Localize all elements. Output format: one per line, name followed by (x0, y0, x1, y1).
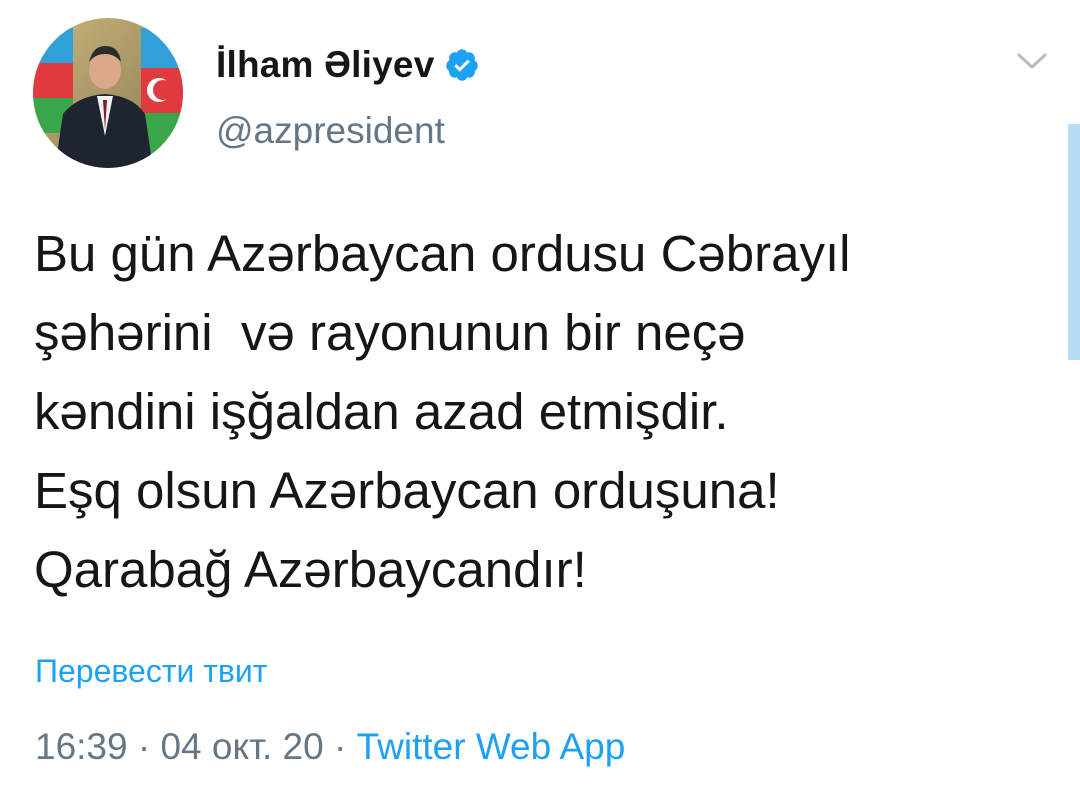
avatar[interactable] (33, 18, 183, 168)
tweet-text: Bu gün Azərbaycan ordusu Cəbrayıl şəhəri… (34, 214, 1054, 609)
verified-badge-icon (446, 49, 479, 81)
translate-tweet-link[interactable]: Перевести твит (35, 653, 267, 690)
tweet-source-link[interactable]: Twitter Web App (357, 726, 626, 767)
tweet-meta: 16:39 · 04 окт. 20 · Twitter Web App (35, 726, 625, 768)
chevron-down-icon[interactable] (1014, 46, 1050, 76)
scrollbar-thumb[interactable] (1068, 124, 1080, 360)
tweet-text-line: Qarabağ Azərbaycandır! (34, 541, 587, 598)
meta-separator: · (323, 726, 357, 767)
author-handle[interactable]: @azpresident (216, 110, 445, 152)
tweet-text-line: Eşq olsun Azərbaycan orduşuna! (34, 462, 780, 519)
tweet-text-line: Bu gün Azərbaycan ordusu Cəbrayıl (34, 225, 851, 282)
tweet-text-line: kəndini işğaldan azad etmişdir. (34, 383, 729, 440)
tweet-date[interactable]: 04 окт. 20 (160, 726, 323, 767)
author-name-row[interactable]: İlham Əliyev (216, 40, 480, 90)
avatar-photo (33, 18, 183, 168)
author-display-name[interactable]: İlham Əliyev (216, 44, 434, 86)
meta-separator: · (127, 726, 161, 767)
tweet-text-line: şəhərini və rayonunun bir neçə (34, 304, 746, 361)
tweet-time[interactable]: 16:39 (35, 726, 128, 767)
